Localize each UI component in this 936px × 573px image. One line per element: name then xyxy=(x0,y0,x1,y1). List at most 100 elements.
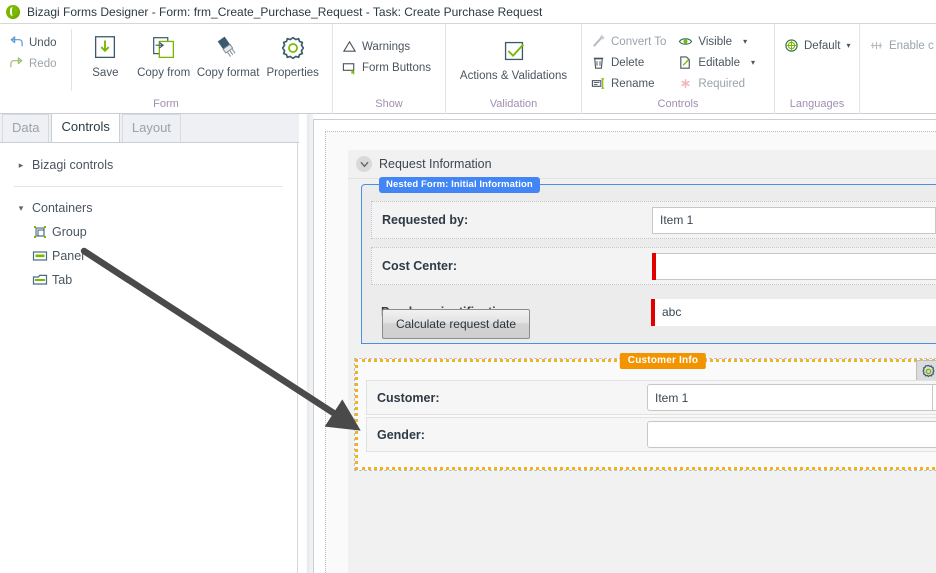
canvas-gutter xyxy=(299,114,313,573)
field-row-gender: Gender: xyxy=(366,417,936,452)
customer-input[interactable]: Item 1 xyxy=(647,384,933,411)
delete-label: Delete xyxy=(611,56,645,69)
form-buttons-button[interactable]: Form Buttons xyxy=(340,58,435,77)
purchase-justification-input[interactable]: abc xyxy=(655,298,936,326)
requested-by-input[interactable]: Item 1 xyxy=(652,206,936,234)
nested-form-badge: Nested Form: Initial Information xyxy=(379,177,540,193)
convert-to-button[interactable]: Convert To xyxy=(589,32,670,51)
sidebar-tabstrip: Data Controls Layout xyxy=(0,113,299,143)
field-row-cost-center: Cost Center: xyxy=(371,247,936,285)
enable-collaboration-label: Enable c xyxy=(889,39,934,52)
visible-dropdown-caret-icon[interactable]: ▾ xyxy=(743,37,747,46)
editable-label: Editable xyxy=(698,56,740,69)
actions-validations-button[interactable]: Actions & Validations xyxy=(460,32,567,82)
rename-icon xyxy=(591,76,606,91)
copy-from-label: Copy from xyxy=(137,67,191,79)
controls-tree: ▸ Bizagi controls ▾ Containers Group Pan… xyxy=(0,143,298,573)
tree-item-bizagi-controls[interactable]: ▸ Bizagi controls xyxy=(0,153,297,177)
group-header[interactable]: Request Information xyxy=(348,150,936,179)
default-language-button[interactable]: Default ▾ xyxy=(782,36,854,55)
tree-item-label: Bizagi controls xyxy=(32,158,114,172)
tree-item-containers[interactable]: ▾ Containers xyxy=(0,196,297,220)
undo-button[interactable]: Undo xyxy=(7,33,61,52)
default-language-caret-icon[interactable]: ▾ xyxy=(846,41,850,50)
field-control: abc xyxy=(651,298,936,326)
tree-item-label: Tab xyxy=(52,273,73,287)
panel-customer-info[interactable]: Customer Info Customer: Item 1 Gender: xyxy=(355,353,936,470)
convert-to-icon xyxy=(591,34,606,49)
editable-pencil-icon xyxy=(678,55,693,70)
redo-button[interactable]: Redo xyxy=(7,54,61,73)
tree-item-group[interactable]: Group xyxy=(0,220,297,244)
rename-label: Rename xyxy=(611,77,655,90)
panel-container-icon xyxy=(32,248,48,264)
undo-icon xyxy=(9,35,24,50)
tab-layout[interactable]: Layout xyxy=(121,114,181,142)
chevron-down-icon[interactable]: ▾ xyxy=(14,203,28,213)
convert-to-label: Convert To xyxy=(611,35,667,48)
ribbon-group-show-title: Show xyxy=(375,98,403,110)
redo-icon xyxy=(9,56,24,71)
show-column: Warnings Form Buttons xyxy=(340,29,435,77)
chevron-right-icon[interactable]: ▸ xyxy=(14,160,28,170)
globe-icon xyxy=(784,38,799,53)
copy-format-button[interactable]: Copy format xyxy=(196,29,261,79)
warnings-label: Warnings xyxy=(362,40,411,53)
field-control: Item 1 xyxy=(652,206,936,234)
enable-collaboration-button[interactable]: Enable c xyxy=(867,36,936,55)
field-control: Item 1 xyxy=(647,384,936,411)
ribbon-group-collaboration: Enable c xyxy=(860,24,936,114)
rename-button[interactable]: Rename xyxy=(589,74,670,93)
tab-data[interactable]: Data xyxy=(2,114,50,142)
visible-label: Visible xyxy=(698,35,733,48)
save-button[interactable]: Save xyxy=(79,29,131,79)
checkmark-box-icon xyxy=(499,35,529,67)
required-toggle[interactable]: Required xyxy=(676,74,759,93)
field-control xyxy=(647,421,936,448)
field-label: Cost Center: xyxy=(382,259,458,273)
save-icon xyxy=(90,32,120,64)
tree-separator xyxy=(14,186,283,187)
copy-from-button[interactable]: Copy from xyxy=(131,29,196,79)
warnings-button[interactable]: Warnings xyxy=(340,37,435,56)
ribbon-group-collaboration-title xyxy=(860,96,936,114)
ribbon-group-validation-title: Validation xyxy=(489,98,538,110)
ribbon-divider xyxy=(70,29,72,91)
warning-triangle-icon xyxy=(342,39,357,54)
controls-state-column: Visible ▾ Editable ▾ Required xyxy=(676,28,759,93)
cost-center-dropdown[interactable] xyxy=(656,252,936,280)
bizagi-forms-designer-window: Bizagi Forms Designer - Form: frm_Create… xyxy=(0,0,936,573)
required-asterisk-icon xyxy=(678,76,693,91)
delete-button[interactable]: Delete xyxy=(589,53,670,72)
tab-controls[interactable]: Controls xyxy=(51,113,120,142)
bizagi-logo-icon xyxy=(6,4,20,19)
editable-dropdown-caret-icon[interactable]: ▾ xyxy=(751,58,755,67)
calculate-request-date-button[interactable]: Calculate request date xyxy=(382,309,530,339)
nested-form-initial-information: Nested Form: Initial Information Request… xyxy=(361,177,936,344)
properties-button[interactable]: Properties xyxy=(260,29,325,79)
tree-item-panel[interactable]: Panel xyxy=(0,244,297,268)
tree-item-label: Panel xyxy=(52,249,84,263)
delete-trash-icon xyxy=(591,55,606,70)
undo-redo-column: Undo Redo xyxy=(7,29,61,73)
gear-icon[interactable] xyxy=(920,363,936,380)
window-title: Bizagi Forms Designer - Form: frm_Create… xyxy=(27,4,543,19)
ribbon-toolbar: Undo Redo Save Copy from Copy format Pro… xyxy=(0,24,936,114)
properties-gear-icon xyxy=(278,32,308,64)
controls-actions-column: Convert To Delete Rename xyxy=(589,28,670,93)
editable-toggle[interactable]: Editable ▾ xyxy=(676,53,759,72)
ribbon-group-form: Undo Redo Save Copy from Copy format Pro… xyxy=(0,24,333,114)
ribbon-group-validation: Actions & Validations Validation xyxy=(446,24,582,114)
tree-item-tab[interactable]: Tab xyxy=(0,268,297,292)
visible-toggle[interactable]: Visible ▾ xyxy=(676,32,759,51)
eye-icon xyxy=(678,34,693,49)
copy-format-icon xyxy=(213,32,243,64)
tree-item-label: Group xyxy=(52,225,87,239)
form-container: Request Information Nested Form: Initial… xyxy=(325,131,936,573)
default-language-label: Default xyxy=(804,39,841,52)
form-buttons-icon xyxy=(342,60,357,75)
gender-dropdown[interactable] xyxy=(647,421,936,448)
chevron-down-icon[interactable] xyxy=(356,156,372,172)
actions-validations-label: Actions & Validations xyxy=(459,70,568,82)
required-label: Required xyxy=(698,77,746,90)
